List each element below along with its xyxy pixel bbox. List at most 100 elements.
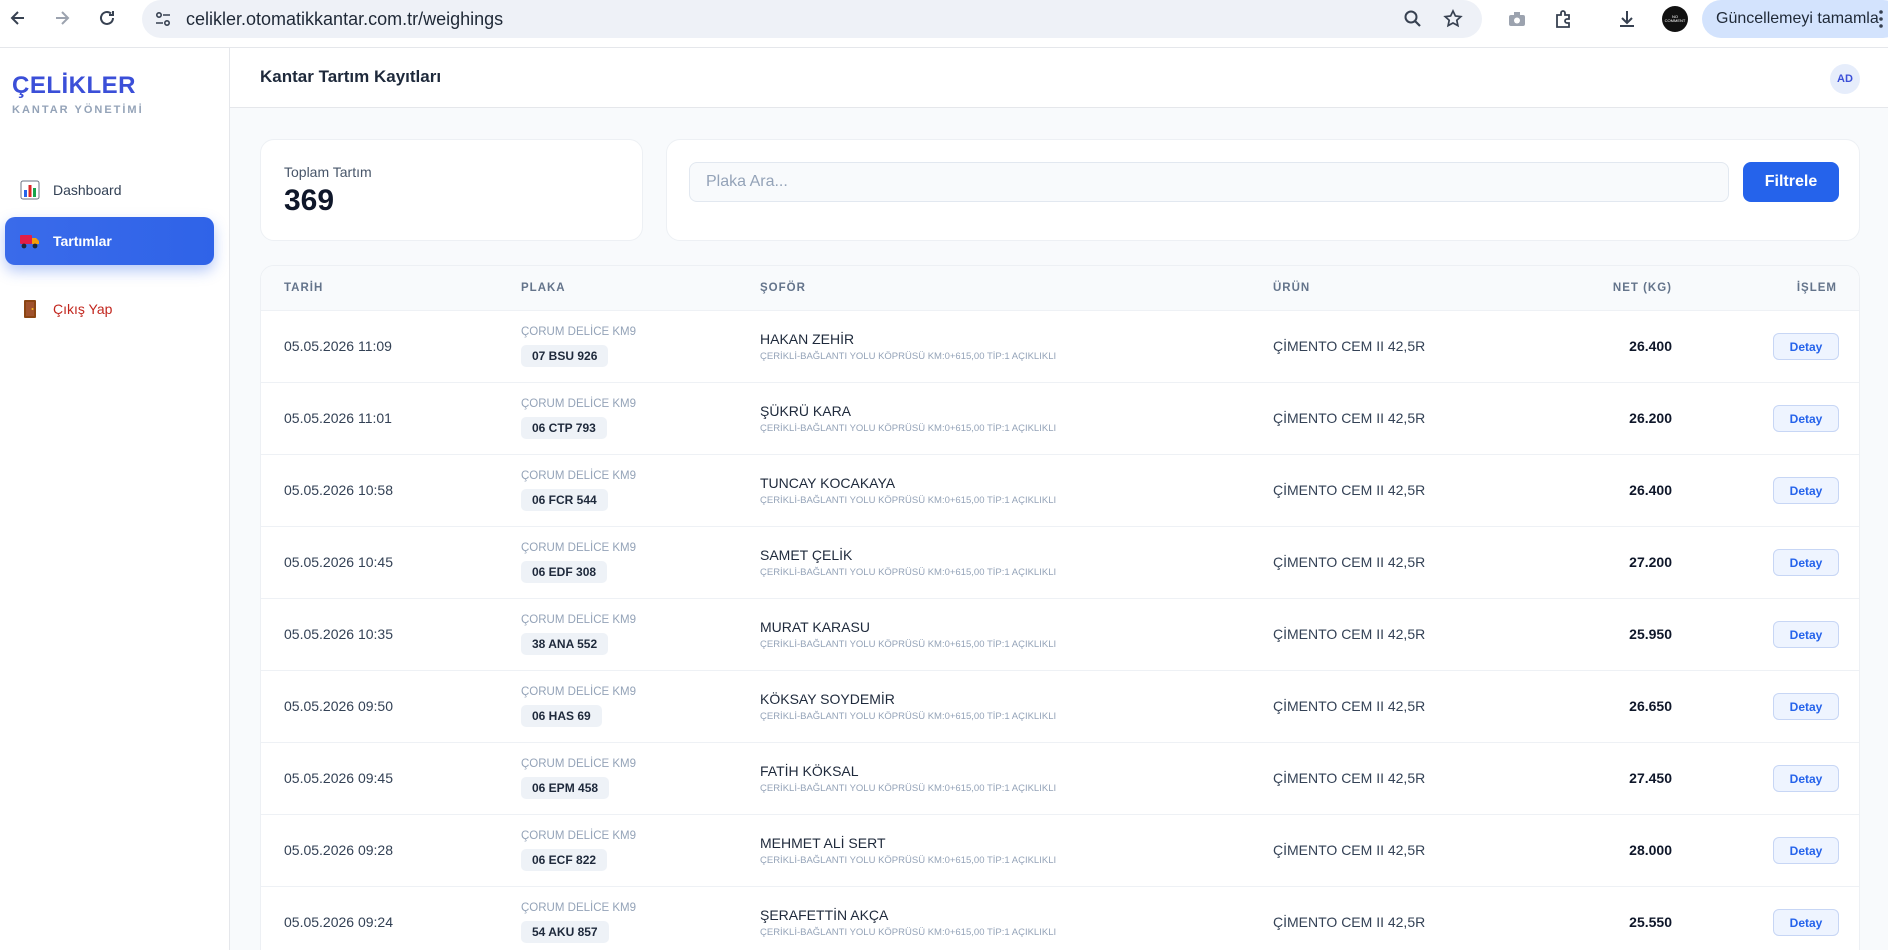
- row-net-weight: 25.550: [1629, 914, 1672, 930]
- sidebar-item-label: Çıkış Yap: [53, 301, 113, 317]
- row-net-weight: 27.450: [1629, 770, 1672, 786]
- sidebar: ÇELİKLER KANTAR YÖNETİMİ Dashboard Tartı…: [0, 48, 230, 950]
- table-row: 05.05.2026 09:28 ÇORUM DELİCE KM9 06 ECF…: [261, 815, 1859, 887]
- row-location: ÇORUM DELİCE KM9: [521, 398, 637, 410]
- page-title: Kantar Tartım Kayıtları: [260, 67, 442, 86]
- plate-badge: 38 ANA 552: [521, 633, 609, 655]
- row-route: ÇERİKLİ-BAĞLANTI YOLU KÖPRÜSÜ KM:0+615,0…: [760, 855, 1057, 866]
- plate-badge: 06 EPM 458: [521, 777, 610, 799]
- detail-button[interactable]: Detay: [1773, 909, 1839, 936]
- column-header-plate: PLAKA: [521, 282, 566, 294]
- sidebar-item-label: Dashboard: [53, 182, 122, 198]
- detail-button[interactable]: Detay: [1773, 837, 1839, 864]
- sidebar-item-logout[interactable]: Çıkış Yap: [5, 285, 214, 333]
- sidebar-item-dashboard[interactable]: Dashboard: [5, 166, 214, 214]
- bar-chart-icon: [19, 179, 41, 201]
- download-icon[interactable]: [1614, 6, 1640, 32]
- row-route: ÇERİKLİ-BAĞLANTI YOLU KÖPRÜSÜ KM:0+615,0…: [760, 927, 1057, 938]
- page-header: Kantar Tartım Kayıtları AD: [230, 48, 1888, 108]
- brand-subtitle: KANTAR YÖNETİMİ: [12, 104, 144, 116]
- plate-badge: 06 CTP 793: [521, 417, 607, 439]
- row-product: ÇİMENTO CEM II 42,5R: [1273, 842, 1426, 858]
- row-location: ÇORUM DELİCE KM9: [521, 614, 637, 626]
- detail-button[interactable]: Detay: [1773, 549, 1839, 576]
- table-row: 05.05.2026 10:45 ÇORUM DELİCE KM9 06 EDF…: [261, 527, 1859, 599]
- plate-badge: 07 BSU 926: [521, 345, 609, 367]
- detail-button[interactable]: Detay: [1773, 405, 1839, 432]
- row-route: ÇERİKLİ-BAĞLANTI YOLU KÖPRÜSÜ KM:0+615,0…: [760, 639, 1057, 650]
- row-location: ÇORUM DELİCE KM9: [521, 830, 637, 842]
- row-route: ÇERİKLİ-BAĞLANTI YOLU KÖPRÜSÜ KM:0+615,0…: [760, 495, 1057, 506]
- profile-avatar[interactable]: NO COMMENT: [1662, 6, 1688, 32]
- row-location: ÇORUM DELİCE KM9: [521, 542, 637, 554]
- detail-button[interactable]: Detay: [1773, 477, 1839, 504]
- row-date: 05.05.2026 10:58: [284, 482, 393, 498]
- zoom-icon[interactable]: [1402, 8, 1424, 30]
- total-weighings-card: Toplam Tartım 369: [260, 139, 643, 241]
- plate-badge: 06 ECF 822: [521, 849, 608, 871]
- stat-label: Toplam Tartım: [284, 164, 372, 180]
- row-location: ÇORUM DELİCE KM9: [521, 326, 637, 338]
- address-bar[interactable]: celikler.otomatikkantar.com.tr/weighings: [142, 0, 1482, 38]
- row-route: ÇERİKLİ-BAĞLANTI YOLU KÖPRÜSÜ KM:0+615,0…: [760, 783, 1057, 794]
- user-avatar[interactable]: AD: [1830, 64, 1860, 94]
- row-net-weight: 28.000: [1629, 842, 1672, 858]
- row-driver: TUNCAY KOCAKAYA: [760, 475, 896, 491]
- row-date: 05.05.2026 09:24: [284, 914, 393, 930]
- row-product: ÇİMENTO CEM II 42,5R: [1273, 554, 1426, 570]
- row-date: 05.05.2026 10:45: [284, 554, 393, 570]
- row-date: 05.05.2026 10:35: [284, 626, 393, 642]
- row-location: ÇORUM DELİCE KM9: [521, 686, 637, 698]
- door-icon: [19, 298, 41, 320]
- row-route: ÇERİKLİ-BAĞLANTI YOLU KÖPRÜSÜ KM:0+615,0…: [760, 711, 1057, 722]
- extensions-icon[interactable]: [1550, 6, 1576, 32]
- forward-icon[interactable]: [50, 6, 74, 30]
- detail-button[interactable]: Detay: [1773, 333, 1839, 360]
- filter-button[interactable]: Filtrele: [1743, 162, 1839, 202]
- bookmark-star-icon[interactable]: [1442, 8, 1464, 30]
- row-location: ÇORUM DELİCE KM9: [521, 758, 637, 770]
- plate-search-input[interactable]: [689, 162, 1729, 202]
- menu-kebab-icon[interactable]: [1874, 6, 1888, 32]
- table-row: 05.05.2026 11:09 ÇORUM DELİCE KM9 07 BSU…: [261, 311, 1859, 383]
- row-net-weight: 27.200: [1629, 554, 1672, 570]
- row-driver: MURAT KARASU: [760, 619, 870, 635]
- sidebar-item-tartimlar[interactable]: Tartımlar: [5, 217, 214, 265]
- detail-button[interactable]: Detay: [1773, 693, 1839, 720]
- table-row: 05.05.2026 09:24 ÇORUM DELİCE KM9 54 AKU…: [261, 887, 1859, 950]
- search-card: Filtrele: [666, 139, 1860, 241]
- row-date: 05.05.2026 11:01: [284, 410, 392, 426]
- table-row: 05.05.2026 10:35 ÇORUM DELİCE KM9 38 ANA…: [261, 599, 1859, 671]
- brand-logo[interactable]: ÇELİKLER: [12, 72, 136, 100]
- back-icon[interactable]: [6, 6, 30, 30]
- column-header-net: NET (KG): [1612, 282, 1672, 294]
- row-driver: HAKAN ZEHİR: [760, 331, 855, 347]
- row-product: ÇİMENTO CEM II 42,5R: [1273, 626, 1426, 642]
- row-net-weight: 26.650: [1629, 698, 1672, 714]
- row-route: ÇERİKLİ-BAĞLANTI YOLU KÖPRÜSÜ KM:0+615,0…: [760, 351, 1057, 362]
- row-driver: SAMET ÇELİK: [760, 547, 853, 563]
- weighings-table: TARİH PLAKA ŞOFÖR ÜRÜN NET (KG) İŞLEM 05…: [260, 265, 1860, 950]
- row-date: 05.05.2026 11:09: [284, 338, 392, 354]
- site-settings-icon[interactable]: [152, 8, 174, 30]
- table-header: TARİH PLAKA ŞOFÖR ÜRÜN NET (KG) İŞLEM: [261, 266, 1859, 311]
- camera-icon[interactable]: [1504, 6, 1530, 32]
- column-header-date: TARİH: [284, 282, 324, 294]
- row-driver: MEHMET ALİ SERT: [760, 835, 886, 851]
- row-date: 05.05.2026 09:28: [284, 842, 393, 858]
- row-net-weight: 26.400: [1629, 482, 1672, 498]
- column-header-driver: ŞOFÖR: [760, 282, 806, 294]
- reload-icon[interactable]: [95, 6, 119, 30]
- row-product: ÇİMENTO CEM II 42,5R: [1273, 482, 1426, 498]
- update-button[interactable]: Güncellemeyi tamamla: [1702, 0, 1888, 38]
- column-header-product: ÜRÜN: [1273, 282, 1311, 294]
- detail-button[interactable]: Detay: [1773, 765, 1839, 792]
- plate-badge: 54 AKU 857: [521, 921, 609, 943]
- row-driver: ŞERAFETTİN AKÇA: [760, 907, 889, 923]
- row-location: ÇORUM DELİCE KM9: [521, 470, 637, 482]
- row-date: 05.05.2026 09:45: [284, 770, 393, 786]
- detail-button[interactable]: Detay: [1773, 621, 1839, 648]
- url-text: celikler.otomatikkantar.com.tr/weighings: [186, 9, 504, 29]
- table-row: 05.05.2026 11:01 ÇORUM DELİCE KM9 06 CTP…: [261, 383, 1859, 455]
- row-location: ÇORUM DELİCE KM9: [521, 902, 637, 914]
